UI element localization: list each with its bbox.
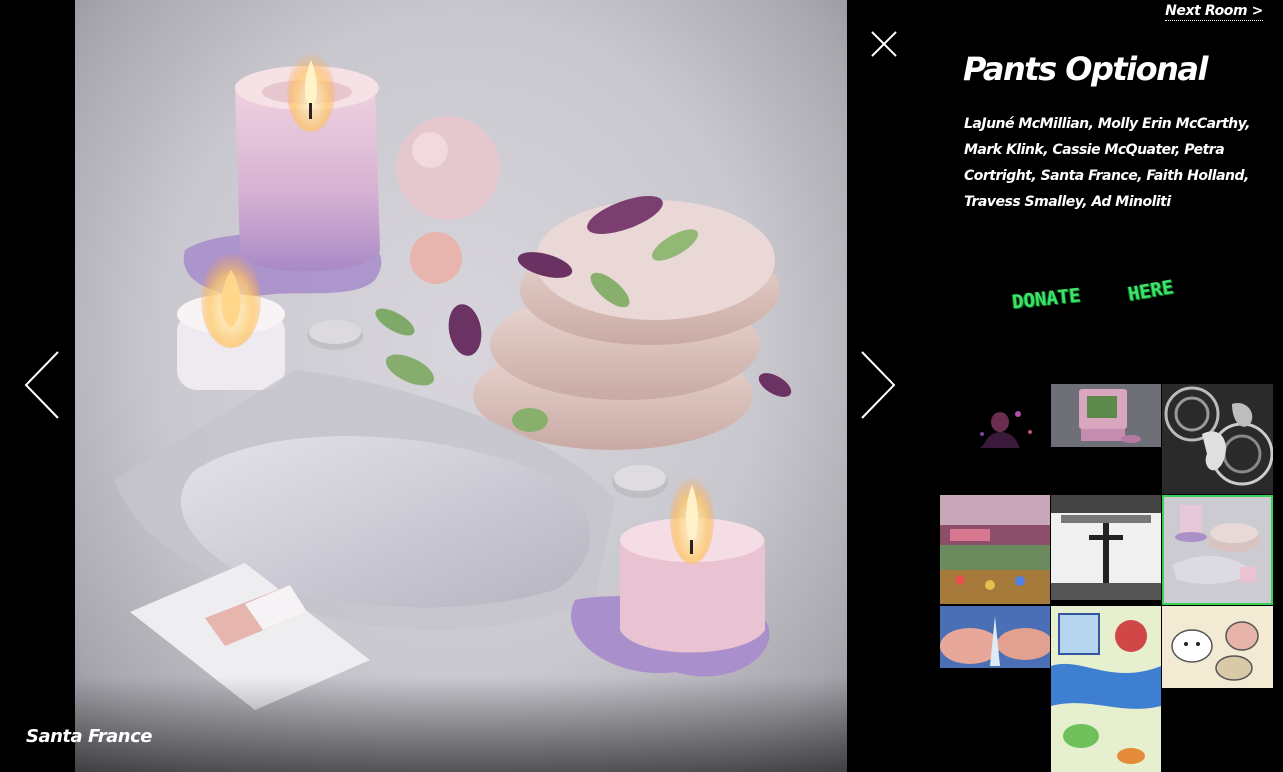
donate-word: DONATE (1011, 284, 1082, 314)
thumb-bw-pattern[interactable] (1162, 384, 1273, 494)
artist-caption: Santa France (26, 726, 152, 747)
artwork-bottom-shade (75, 677, 847, 772)
thumb-pixel-game[interactable] (940, 495, 1050, 604)
close-button[interactable] (866, 26, 902, 62)
thumb-candles[interactable] (1162, 495, 1273, 605)
artwork-viewer: Santa France (0, 0, 928, 772)
room-sidebar: Next Room > Pants Optional LaJuné McMill… (928, 0, 1283, 772)
artwork-illustration (115, 52, 792, 710)
artwork-image (75, 0, 847, 772)
thumb-dark-figure[interactable] (940, 384, 1050, 493)
close-icon (871, 31, 897, 57)
thumb-bw-cross[interactable] (1051, 495, 1161, 600)
room-title: Pants Optional (963, 50, 1208, 88)
thumb-cartoon-cats[interactable] (1162, 606, 1273, 688)
thumb-hands-water[interactable] (940, 606, 1050, 668)
chevron-left-icon (24, 351, 59, 419)
thumb-watercolor-map[interactable] (1051, 606, 1161, 772)
next-artwork-button[interactable] (858, 350, 898, 420)
thumb-pink-tv[interactable] (1051, 384, 1161, 447)
chevron-right-icon (861, 351, 896, 419)
artist-list: LaJuné McMillian, Molly Erin McCarthy, M… (964, 116, 1250, 210)
previous-artwork-button[interactable] (22, 350, 62, 420)
next-room-link[interactable]: Next Room > (1165, 3, 1263, 21)
donate-here-word: HERE (1126, 276, 1176, 306)
donate-button[interactable]: DONATE HERE (1011, 268, 1206, 328)
